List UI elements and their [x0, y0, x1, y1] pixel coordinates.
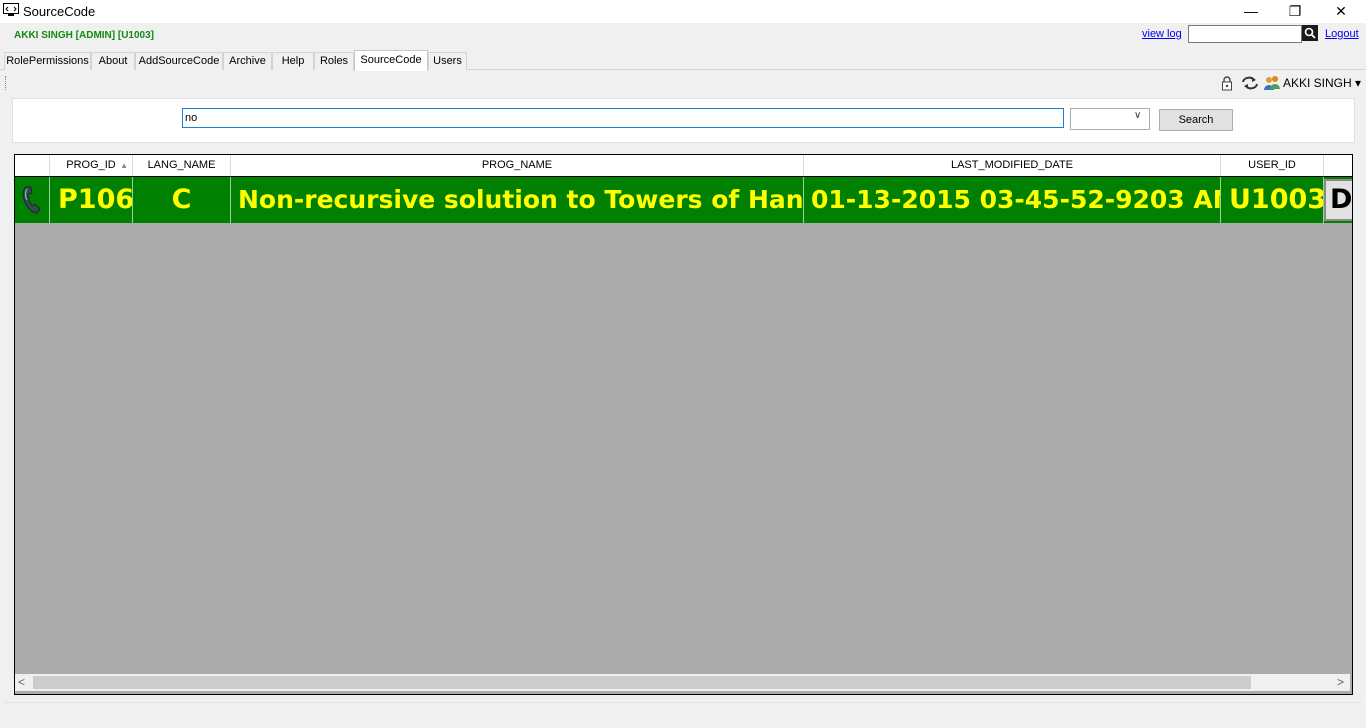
chevron-down-icon: ∨	[1134, 110, 1142, 121]
row-action-button[interactable]: D	[1324, 179, 1352, 221]
title-bar	[0, 0, 1366, 23]
search-button[interactable]: Search	[1159, 109, 1233, 131]
program-search-input[interactable]	[182, 108, 1064, 128]
column-header-lang-name[interactable]: LANG_NAME	[133, 155, 231, 176]
column-header-last-modified-date[interactable]: LAST_MODIFIED_DATE	[804, 155, 1221, 176]
cell-last-modified-date[interactable]: 01-13-2015 03-45-52-9203 AM	[804, 177, 1221, 223]
cell-prog-name[interactable]: Non-recursive solution to Towers of Hano…	[231, 177, 804, 223]
toolbar-grip[interactable]	[5, 76, 9, 90]
cell-user-id[interactable]: U1003	[1221, 177, 1324, 223]
refresh-icon[interactable]	[1241, 75, 1259, 91]
column-header-label: PROG_ID	[66, 159, 116, 171]
toolbar	[0, 71, 1366, 95]
window-title: SourceCode	[23, 4, 96, 19]
tab-about[interactable]: About	[91, 52, 135, 70]
minimize-button[interactable]: —	[1228, 0, 1274, 23]
users-icon[interactable]	[1263, 75, 1281, 91]
logged-in-user-label: AKKI SINGH [ADMIN] [U1003]	[14, 30, 155, 41]
sort-ascending-icon: ▲	[120, 161, 128, 170]
column-header-prog-id[interactable]: PROG_ID ▲	[50, 155, 133, 176]
view-log-link[interactable]: view log	[1142, 28, 1182, 40]
table-row[interactable]: P106 C Non-recursive solution to Towers …	[15, 177, 1352, 223]
tab-archive[interactable]: Archive	[223, 52, 272, 70]
scroll-left-arrow-icon[interactable]: <	[18, 675, 25, 689]
tab-rolepermissions[interactable]: RolePermissions	[4, 52, 91, 70]
status-bar	[4, 702, 1362, 727]
column-header-action	[1324, 155, 1352, 176]
tab-roles[interactable]: Roles	[314, 52, 354, 70]
user-menu-dropdown[interactable]: AKKI SINGH ▾	[1283, 76, 1361, 90]
row-header-corner	[15, 155, 50, 176]
source-code-grid: PROG_ID ▲ LANG_NAME PROG_NAME LAST_MODIF…	[14, 154, 1353, 695]
column-header-prog-name[interactable]: PROG_NAME	[231, 155, 804, 176]
top-search-input[interactable]	[1188, 25, 1302, 43]
phone-handset-icon	[22, 186, 41, 214]
row-header-cell[interactable]	[15, 177, 50, 223]
column-header-user-id[interactable]: USER_ID	[1221, 155, 1324, 176]
tab-addsourcecode[interactable]: AddSourceCode	[135, 52, 223, 70]
cell-lang-name[interactable]: C	[133, 177, 231, 223]
app-monitor-icon	[3, 3, 19, 16]
scroll-right-arrow-icon[interactable]: >	[1337, 675, 1344, 689]
restore-button[interactable]: ❐	[1272, 0, 1318, 23]
tab-users[interactable]: Users	[428, 52, 467, 70]
tab-help[interactable]: Help	[272, 52, 314, 70]
tab-sourcecode[interactable]: SourceCode	[354, 50, 428, 71]
lock-icon[interactable]	[1219, 75, 1235, 91]
logout-link[interactable]: Logout	[1325, 28, 1359, 40]
grid-header: PROG_ID ▲ LANG_NAME PROG_NAME LAST_MODIF…	[15, 155, 1352, 177]
close-button[interactable]: ✕	[1318, 0, 1364, 23]
search-icon[interactable]	[1302, 25, 1318, 41]
scrollbar-thumb[interactable]	[33, 676, 1251, 689]
cell-prog-id[interactable]: P106	[50, 177, 133, 223]
